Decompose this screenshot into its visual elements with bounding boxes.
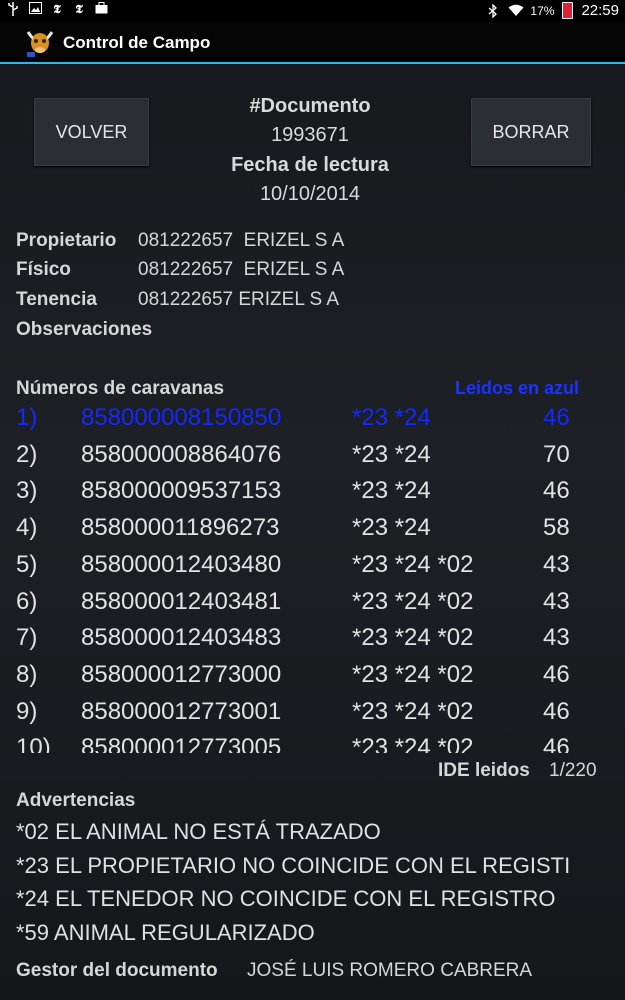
warning-codes: *23 *24 <box>352 477 431 505</box>
row-index: 7) <box>16 624 38 652</box>
caravana-row[interactable]: 7) 858000012403483 *23 *24 *02 43 <box>0 624 625 660</box>
volver-button[interactable]: VOLVER <box>34 98 149 166</box>
warning-codes: *23 *24 *02 <box>352 734 474 753</box>
caravana-row[interactable]: 3) 858000009537153 *23 *24 46 <box>0 477 625 513</box>
fisico-label: Físico <box>16 259 71 280</box>
caravana-qty: 46 <box>543 660 570 688</box>
gestor-value: JOSÉ LUIS ROMERO CABRERA <box>247 960 533 981</box>
image-icon <box>28 2 42 16</box>
caravana-number: 858000008864076 <box>81 440 282 468</box>
caravana-row[interactable]: 6) 858000012403481 *23 *24 *02 43 <box>0 588 625 624</box>
caravana-qty: 43 <box>543 587 570 615</box>
caravana-qty: 46 <box>543 734 570 753</box>
propietario-label: Propietario <box>16 230 117 251</box>
caravana-qty: 43 <box>543 550 570 578</box>
caravana-row[interactable]: 4) 858000011896273 *23 *24 58 <box>0 514 625 550</box>
caravana-row[interactable]: 9) 858000012773001 *23 *24 *02 46 <box>0 698 625 734</box>
ide-leidos-label: IDE leidos <box>438 760 530 781</box>
caravana-number: 858000012773005 <box>81 734 282 753</box>
caravana-number: 858000009537153 <box>81 477 282 505</box>
caravana-qty: 58 <box>543 514 570 542</box>
documento-value: 1993671 <box>271 124 349 146</box>
propietario-value: 081222657 ERIZEL S A <box>138 230 345 251</box>
warning-item: *23 EL PROPIETARIO NO COINCIDE CON EL RE… <box>16 853 571 878</box>
warning-codes: *23 *24 *02 <box>352 550 474 578</box>
action-bar: Control de Campo <box>0 22 625 64</box>
clock: 22:59 <box>581 2 619 19</box>
caravana-row[interactable]: 5) 858000012403480 *23 *24 *02 43 <box>0 551 625 587</box>
advertencias-label: Advertencias <box>16 790 136 811</box>
row-index: 2) <box>16 440 38 468</box>
battery-percent: 17% <box>530 3 555 18</box>
warning-codes: *23 *24 <box>352 514 431 542</box>
borrar-button[interactable]: BORRAR <box>471 98 591 166</box>
row-index: 1) <box>16 404 38 431</box>
caravanas-label: Números de caravanas <box>16 378 225 399</box>
fisico-value: 081222657 ERIZEL S A <box>138 259 345 280</box>
row-index: 6) <box>16 587 38 615</box>
warning-item: *02 EL ANIMAL NO ESTÁ TRAZADO <box>16 819 381 844</box>
warning-codes: *23 *24 <box>352 404 431 431</box>
wifi-icon <box>508 4 524 18</box>
gestor-label: Gestor del documento <box>16 960 218 981</box>
caravana-number: 858000008150850 <box>81 404 282 431</box>
row-index: 4) <box>16 514 38 542</box>
caravana-qty: 43 <box>543 624 570 652</box>
nyt-icon: 𝕿 <box>53 2 61 16</box>
caravana-number: 858000011896273 <box>81 514 280 542</box>
caravana-row[interactable]: 2) 858000008864076 *23 *24 70 <box>0 441 625 477</box>
observaciones-label: Observaciones <box>16 319 153 340</box>
caravana-row[interactable]: 1) 858000008150850 *23 *24 46 <box>0 404 625 440</box>
warning-item: *59 ANIMAL REGULARIZADO <box>16 920 315 945</box>
status-bar: 𝕿 𝕿 17% 22:59 <box>0 0 625 22</box>
row-index: 9) <box>16 697 38 725</box>
warning-codes: *23 *24 *02 <box>352 587 474 615</box>
caravana-number: 858000012773000 <box>81 660 282 688</box>
bluetooth-icon <box>486 2 500 19</box>
briefcase-icon <box>94 2 108 16</box>
caravana-row[interactable]: 8) 858000012773000 *23 *24 *02 46 <box>0 661 625 697</box>
warning-codes: *23 *24 *02 <box>352 697 474 725</box>
usb-icon <box>6 2 20 16</box>
fecha-lectura-label: Fecha de lectura <box>231 154 389 176</box>
caravana-number: 858000012403483 <box>81 624 282 652</box>
warning-item: *24 EL TENEDOR NO COINCIDE CON EL REGIST… <box>16 886 556 911</box>
cow-head-icon <box>26 31 54 57</box>
row-index: 10) <box>16 734 51 753</box>
fecha-lectura-value: 10/10/2014 <box>259 183 361 205</box>
caravana-qty: 46 <box>543 697 570 725</box>
screen: 𝕿 𝕿 17% 22:59 Control de Campo VOLVER BO… <box>0 0 625 1000</box>
caravana-list[interactable]: 1) 858000008150850 *23 *24 46 2) 858000008864… <box>0 404 625 753</box>
row-index: 5) <box>16 550 38 578</box>
warning-codes: *23 *24 <box>352 440 431 468</box>
documento-label: #Documento <box>249 95 371 117</box>
tenencia-label: Tenencia <box>16 289 97 310</box>
leidos-legend: Leidos en azul <box>455 378 580 398</box>
caravana-qty: 46 <box>543 477 570 505</box>
caravana-number: 858000012403481 <box>81 587 282 615</box>
caravana-qty: 46 <box>543 404 570 431</box>
caravana-number: 858000012403480 <box>81 550 282 578</box>
tenencia-value: 081222657 ERIZEL S A <box>138 289 340 310</box>
caravana-row[interactable]: 10) 858000012773005 *23 *24 *02 46 <box>0 734 625 753</box>
warning-codes: *23 *24 *02 <box>352 624 474 652</box>
caravana-number: 858000012773001 <box>81 697 282 725</box>
caravana-qty: 70 <box>543 440 570 468</box>
warning-codes: *23 *24 *02 <box>352 660 474 688</box>
row-index: 3) <box>16 477 38 505</box>
row-index: 8) <box>16 660 38 688</box>
app-title: Control de Campo <box>63 33 211 52</box>
nyt-icon: 𝕿 <box>75 2 83 16</box>
ide-leidos-value: 1/220 <box>549 760 597 781</box>
battery-icon <box>562 2 574 19</box>
